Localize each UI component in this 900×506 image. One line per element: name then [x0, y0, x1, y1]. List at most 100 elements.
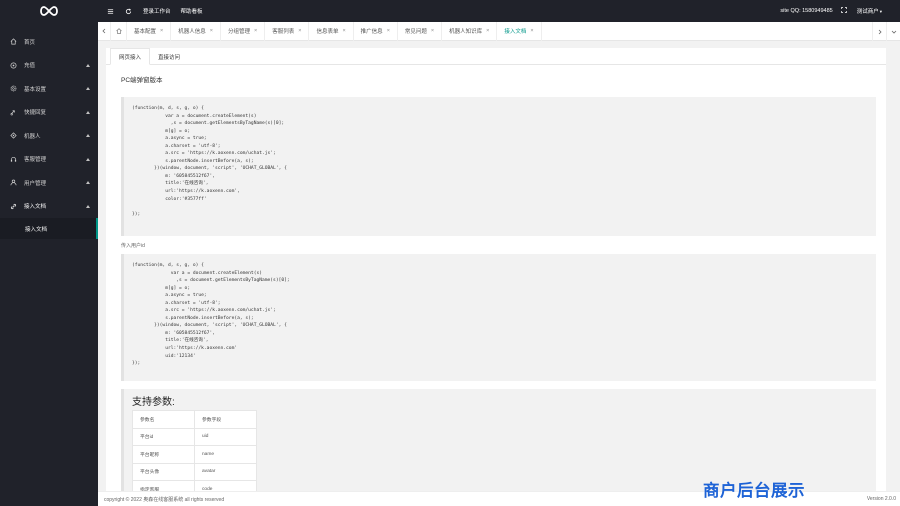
- tab-label: 推广信息: [360, 29, 383, 35]
- tab-home[interactable]: [111, 21, 127, 41]
- sidebar-item-settings[interactable]: 基本设置: [0, 77, 98, 101]
- tab-label: 信息表单: [316, 29, 339, 35]
- close-icon[interactable]: ×: [486, 28, 489, 34]
- tab-label: 基本配置: [134, 29, 157, 35]
- subtabs: 网页接入 直接访问: [106, 48, 886, 65]
- subtab-direct[interactable]: 直接访问: [150, 48, 188, 65]
- tabs-scroll-right[interactable]: [872, 22, 886, 41]
- user-icon: [9, 179, 17, 187]
- close-icon[interactable]: ×: [160, 28, 163, 34]
- sidebar-item-docs[interactable]: 接入文档: [0, 195, 98, 219]
- close-icon[interactable]: ×: [254, 28, 257, 34]
- table-header-cell: 参数名: [132, 410, 195, 429]
- headset-icon: [9, 155, 17, 163]
- table-cell: 平台头像: [132, 462, 195, 481]
- table-cell: name: [194, 445, 257, 464]
- close-icon[interactable]: ×: [298, 28, 301, 34]
- code-text: (function(m, d, s, g, o) { var a = docum…: [132, 263, 290, 367]
- sidebar-item-robot[interactable]: 机器人: [0, 124, 98, 148]
- tabs-dropdown[interactable]: [886, 22, 900, 41]
- chevron-right-icon: [878, 29, 882, 34]
- sidebar-item-label: 用户管理: [24, 180, 47, 187]
- sidebar-item-label: 客服管理: [24, 157, 47, 164]
- tab-group-manage[interactable]: 分组管理 ×: [221, 21, 266, 41]
- table-cell: avatar: [194, 462, 257, 481]
- close-icon[interactable]: ×: [530, 28, 533, 34]
- page-tabs-bar: 基本配置 × 机器人信息 × 分组管理 × 客服列表 × 信息表单 × 推广信息 × 常见问…: [98, 21, 900, 41]
- chevron-up-icon: [86, 157, 90, 161]
- chevron-up-icon: [86, 204, 90, 208]
- sidebar-menu: 首页 充值 基本设置 快捷回复 机器人 客服管理 用户管理 接入文档 接入文档: [0, 30, 98, 239]
- link-icon: [9, 202, 17, 210]
- table-cell: code: [194, 480, 257, 491]
- tab-label: 客服列表: [272, 29, 295, 35]
- tab-label: 分组管理: [227, 29, 250, 35]
- tab-robot-info[interactable]: 机器人信息 ×: [171, 21, 221, 41]
- chevron-up-icon: [86, 181, 90, 184]
- home-icon: [115, 28, 122, 34]
- tab-service-list[interactable]: 客服列表 ×: [265, 21, 310, 41]
- table-header-row: 参数名 参数字段: [132, 410, 257, 429]
- workbench-link[interactable]: 登录工作台: [143, 7, 171, 15]
- sidebar-item-label: 首页: [24, 39, 36, 46]
- tab-faq[interactable]: 常见问题 ×: [398, 21, 443, 41]
- close-icon[interactable]: ×: [342, 28, 345, 34]
- sidebar-item-label: 快捷回复: [24, 110, 47, 117]
- qq-label: site QQ:: [780, 8, 801, 14]
- header-right: site QQ: 1580949485 测试商户▾: [780, 7, 882, 15]
- chevron-down-icon: [891, 30, 896, 34]
- sidebar-item-service[interactable]: 客服管理: [0, 148, 98, 172]
- sidebar-item-users[interactable]: 用户管理: [0, 171, 98, 195]
- user-menu[interactable]: 测试商户▾: [857, 7, 882, 15]
- close-icon[interactable]: ×: [210, 28, 213, 34]
- sidebar-item-quick-reply[interactable]: 快捷回复: [0, 101, 98, 125]
- table-row: 平台id uid: [132, 427, 257, 446]
- subtab-web[interactable]: 网页接入: [110, 48, 151, 65]
- kanban-link[interactable]: 帮助看板: [181, 7, 203, 15]
- section-title: PC端弹窗版本: [121, 77, 163, 84]
- tab-info-form[interactable]: 信息表单 ×: [309, 21, 354, 41]
- sidebar-subitem-docs[interactable]: 接入文档: [0, 218, 98, 239]
- table-cell: uid: [194, 427, 257, 446]
- tab-access-docs[interactable]: 接入文档 ×: [497, 21, 542, 41]
- uid-label: 传入用户id: [121, 243, 145, 249]
- logo[interactable]: [0, 0, 98, 22]
- top-header: 登录工作台 帮助看板 site QQ: 1580949485 测试商户▾: [98, 0, 900, 22]
- table-header-cell: 参数字段: [194, 410, 257, 429]
- tab-basic-config[interactable]: 基本配置 ×: [127, 21, 172, 41]
- fullscreen-icon[interactable]: [840, 7, 847, 15]
- chevron-up-icon: [86, 110, 90, 114]
- tab-label: 机器人信息: [178, 29, 206, 35]
- close-icon[interactable]: ×: [431, 28, 434, 34]
- chevron-left-icon: [102, 28, 106, 34]
- chevron-up-icon: [86, 87, 90, 90]
- table-cell: 指定客服: [132, 480, 195, 491]
- version-text: Version 2.0.0: [866, 496, 896, 502]
- menu-toggle-icon[interactable]: [106, 7, 114, 15]
- tabs-scroll-left[interactable]: [98, 21, 111, 41]
- user-name: 测试商户: [856, 9, 879, 15]
- close-icon[interactable]: ×: [387, 28, 390, 34]
- qq-number: 1580949485: [802, 8, 833, 14]
- tabs-controls: [872, 22, 900, 41]
- sidebar: 首页 充值 基本设置 快捷回复 机器人 客服管理 用户管理 接入文档 接入文档: [0, 0, 98, 506]
- code-block-pc: (function(m, d, s, g, o) { var a = docum…: [121, 97, 876, 236]
- tab-label: 机器人知识库: [449, 29, 483, 35]
- qq-info: site QQ: 1580949485: [780, 8, 832, 14]
- tab-promo-info[interactable]: 推广信息 ×: [354, 21, 398, 41]
- tab-label: 接入文档: [504, 29, 527, 35]
- table-row: 平台头像 avatar: [132, 462, 257, 481]
- code-block-uid: (function(m, d, s, g, o) { var a = docum…: [121, 254, 876, 381]
- sidebar-item-home[interactable]: 首页: [0, 30, 98, 54]
- coin-icon: [9, 61, 17, 69]
- params-table: 参数名 参数字段 平台id uid 平台昵称 name 平台头像 avatar …: [132, 410, 257, 491]
- watermark-text: 商户后台展示: [703, 481, 805, 500]
- refresh-icon[interactable]: [124, 7, 132, 15]
- table-row: 指定客服 code: [132, 480, 257, 491]
- sidebar-item-recharge[interactable]: 充值: [0, 54, 98, 78]
- code-text: (function(m, d, s, g, o) { var a = docum…: [132, 106, 287, 217]
- infinity-logo-icon: [40, 6, 58, 16]
- copyright-text: copyright © 2022 奥森在线客服系统 all rights res…: [104, 496, 225, 503]
- reply-icon: [9, 108, 17, 116]
- tab-knowledge-base[interactable]: 机器人知识库 ×: [442, 21, 498, 41]
